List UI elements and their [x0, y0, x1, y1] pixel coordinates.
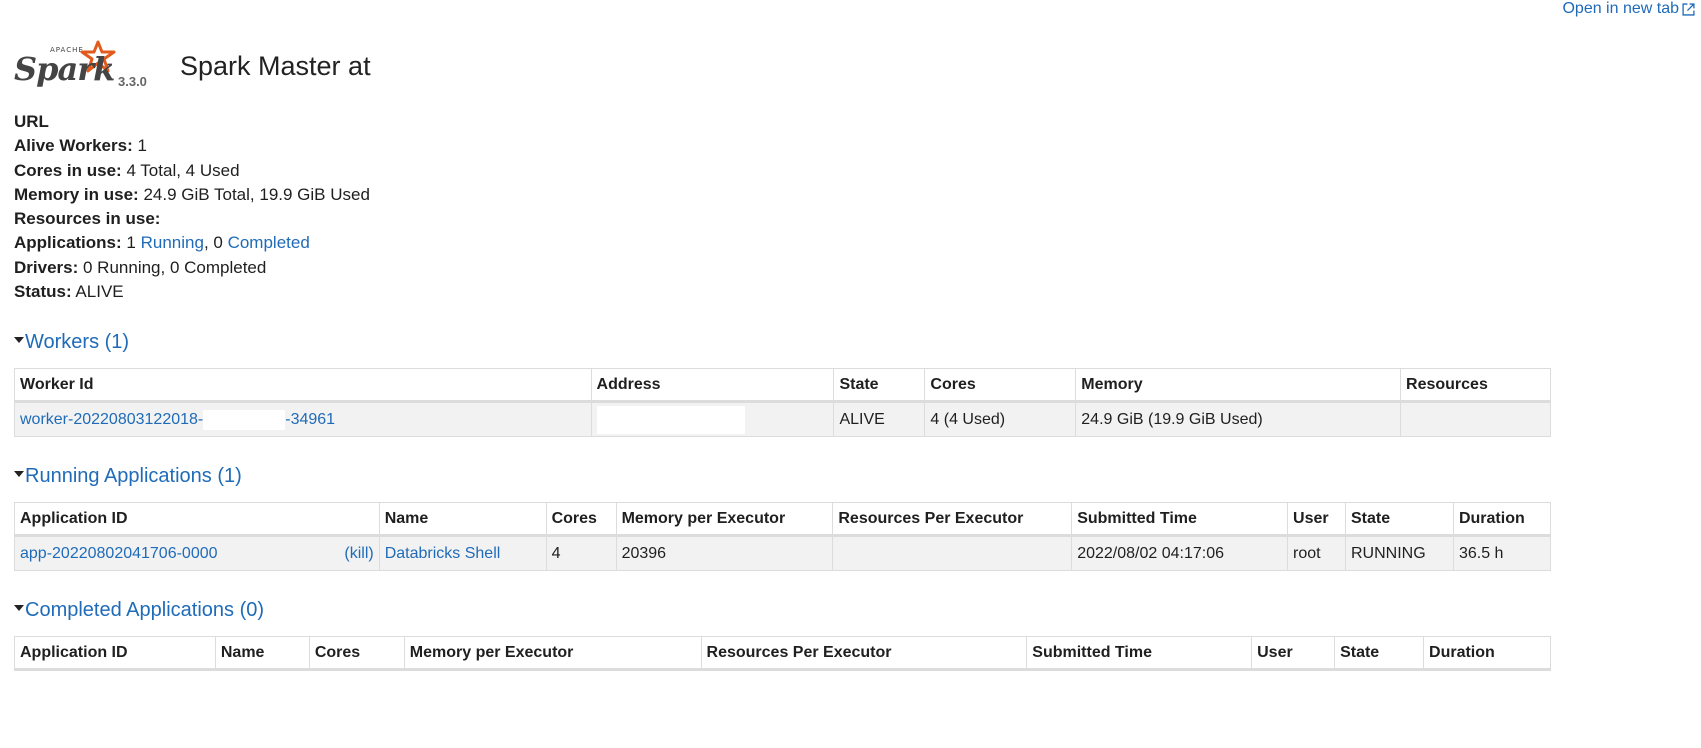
page-header: APACHE Spark 3.3.0 Spark Master at [14, 40, 371, 94]
completed-apps-link[interactable]: Completed [228, 233, 310, 252]
column-header[interactable]: Application ID [14, 502, 380, 537]
column-header[interactable]: Duration [1423, 636, 1551, 671]
app-name-cell: Databricks Shell [378, 535, 547, 571]
summary-memory: Memory in use: 24.9 GiB Total, 19.9 GiB … [14, 184, 370, 204]
summary-workers: Alive Workers: 1 [14, 136, 147, 156]
workers-heading: Workers (1) [25, 331, 130, 353]
column-header[interactable]: User [1251, 636, 1336, 671]
worker-cores-cell: 4 (4 Used) [924, 401, 1077, 437]
table-header-row: Worker Id Address State Cores Memory Res… [14, 368, 1551, 403]
worker-id-link[interactable]: worker-20220803122018- -34961 [20, 409, 335, 430]
external-link-icon [1682, 2, 1695, 16]
column-header[interactable]: Application ID [14, 636, 216, 671]
column-header[interactable]: State [1345, 502, 1454, 537]
spark-logo[interactable]: APACHE Spark 3.3.0 [14, 40, 154, 94]
collapse-caret-icon [14, 604, 24, 611]
completed-apps-heading: Completed Applications (0) [25, 599, 265, 621]
column-header[interactable]: Cores [924, 368, 1077, 403]
redacted-worker-host [203, 409, 286, 430]
collapse-caret-icon [14, 336, 24, 343]
running-apps-heading: Running Applications (1) [25, 465, 242, 487]
app-user-cell: root [1287, 535, 1346, 571]
page-title: Spark Master at [180, 51, 371, 81]
worker-state-cell: ALIVE [833, 401, 926, 437]
table-header-row: Application ID Name Cores Memory per Exe… [14, 502, 1552, 537]
master-summary: URL Alive Workers: 1 Cores in use: 4 Tot… [14, 110, 370, 304]
collapse-caret-icon [14, 470, 24, 477]
column-header[interactable]: Cores [308, 636, 405, 671]
column-header[interactable]: Name [214, 636, 310, 671]
app-name-link[interactable]: Databricks Shell [385, 545, 501, 562]
table-header-row: Application ID Name Cores Memory per Exe… [14, 636, 1551, 671]
summary-drivers: Drivers: 0 Running, 0 Completed [14, 257, 267, 277]
summary-resources: Resources in use: [14, 209, 161, 229]
column-header[interactable]: Resources Per Executor [700, 636, 1028, 671]
app-id-cell: app-20220802041706-0000 (kill) [14, 535, 380, 571]
column-header[interactable]: Memory [1075, 368, 1402, 403]
spark-version: 3.3.0 [118, 74, 147, 89]
column-header[interactable]: Resources [1400, 368, 1551, 403]
table-row: app-20220802041706-0000 (kill) Databricks… [14, 535, 1552, 571]
column-header[interactable]: Duration [1452, 502, 1552, 537]
column-header[interactable]: Cores [545, 502, 617, 537]
redacted-url [48, 115, 139, 130]
column-header[interactable]: Address [590, 368, 835, 403]
worker-memory-cell: 24.9 GiB (19.9 GiB Used) [1075, 401, 1402, 437]
column-header[interactable]: Resources Per Executor [832, 502, 1073, 537]
app-state-cell: RUNNING [1345, 535, 1454, 571]
worker-resources-cell [1400, 401, 1551, 437]
summary-status: Status: ALIVE [14, 282, 124, 302]
app-memory-cell: 20396 [615, 535, 834, 571]
summary-url: URL [14, 110, 370, 134]
summary-applications: Applications: 1 Running, 0 Completed [14, 233, 310, 253]
open-in-new-tab-link[interactable]: Open in new tab [1562, 0, 1695, 18]
app-id-link[interactable]: app-20220802041706-0000 [20, 545, 218, 562]
column-header[interactable]: Submitted Time [1026, 636, 1253, 671]
worker-address-cell [590, 401, 835, 437]
app-duration-cell: 36.5 h [1452, 535, 1552, 571]
app-submitted-cell: 2022/08/02 04:17:06 [1071, 535, 1289, 571]
open-in-new-tab-label: Open in new tab [1562, 0, 1679, 17]
kill-app-link[interactable]: (kill) [344, 545, 373, 563]
column-header[interactable]: Submitted Time [1071, 502, 1289, 537]
column-header[interactable]: User [1287, 502, 1346, 537]
summary-cores: Cores in use: 4 Total, 4 Used [14, 160, 240, 180]
column-header[interactable]: Worker Id [14, 368, 592, 403]
column-header[interactable]: Memory per Executor [615, 502, 834, 537]
worker-id-cell: worker-20220803122018- -34961 [14, 401, 592, 437]
running-apps-link[interactable]: Running [141, 233, 204, 252]
workers-table: Worker Id Address State Cores Memory Res… [14, 368, 1551, 437]
table-row: worker-20220803122018- -34961 ALIVE 4 (4 … [14, 401, 1551, 437]
app-resources-cell [832, 535, 1073, 571]
completed-apps-section-toggle[interactable]: Completed Applications (0) [14, 599, 264, 622]
running-apps-section-toggle[interactable]: Running Applications (1) [14, 465, 242, 488]
column-header[interactable]: State [833, 368, 926, 403]
running-apps-table: Application ID Name Cores Memory per Exe… [14, 502, 1552, 571]
workers-section-toggle[interactable]: Workers (1) [14, 331, 129, 354]
completed-apps-table: Application ID Name Cores Memory per Exe… [14, 636, 1551, 671]
column-header[interactable]: State [1334, 636, 1425, 671]
column-header[interactable]: Memory per Executor [403, 636, 702, 671]
column-header[interactable]: Name [378, 502, 547, 537]
redacted-address [596, 405, 745, 434]
spark-wordmark: Spark [14, 50, 115, 88]
app-cores-cell: 4 [545, 535, 617, 571]
